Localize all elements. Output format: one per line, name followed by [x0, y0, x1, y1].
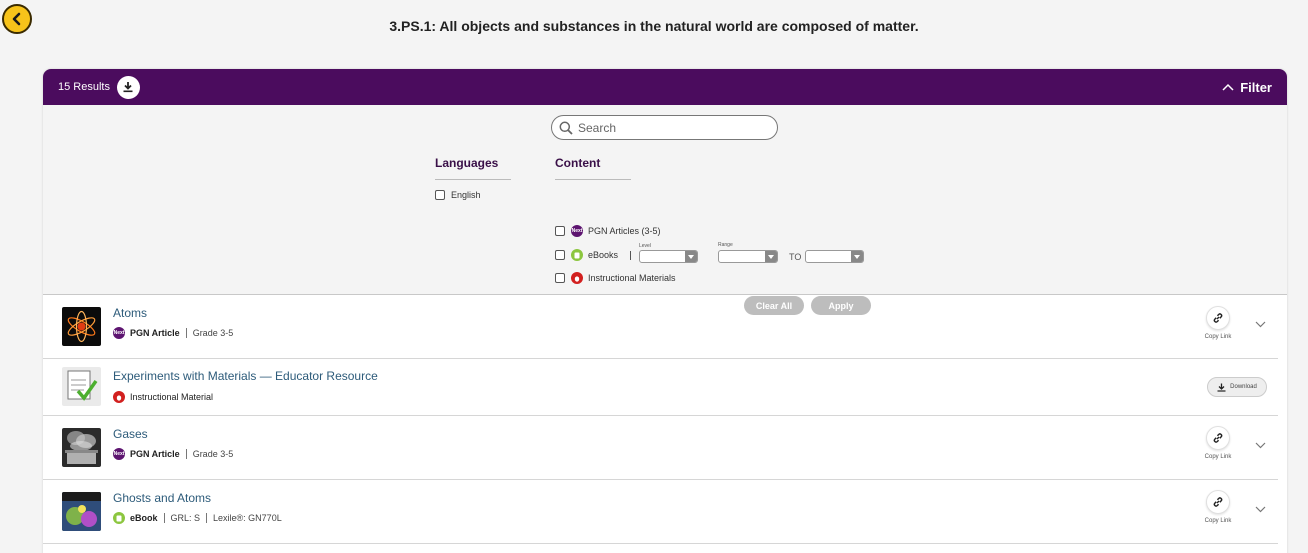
book-cover-thumbnail [62, 492, 101, 531]
filter-label: Filter [1240, 79, 1272, 95]
page-title: 3.PS.1: All objects and substances in th… [389, 18, 919, 34]
results-header: 15 Results Filter [43, 69, 1287, 105]
result-grl: GRL: S [170, 513, 201, 523]
divider [435, 179, 511, 180]
result-type: PGN Article [130, 328, 180, 338]
chevron-down-icon[interactable] [1255, 442, 1266, 449]
atom-thumbnail [62, 307, 101, 346]
divider [185, 449, 187, 459]
copy-link-label: Copy Link [1204, 334, 1232, 340]
result-lexile: Lexile®: GN770L [213, 513, 282, 523]
result-meta: Instructional Material [113, 391, 213, 403]
result-title[interactable]: Gases [113, 427, 148, 441]
copy-link-button[interactable] [1206, 306, 1230, 330]
instructional-label: Instructional Materials [588, 273, 676, 283]
ebooks-checkbox[interactable] [555, 250, 565, 260]
copy-link-control: Copy Link [1198, 490, 1238, 524]
download-icon [123, 82, 133, 93]
languages-heading: Languages [435, 156, 499, 170]
instructional-badge-icon [571, 272, 583, 284]
document-check-thumbnail [62, 367, 101, 406]
copy-link-control: Copy Link [1198, 426, 1238, 460]
chevron-down-icon[interactable] [1255, 321, 1266, 328]
ebook-badge-icon [113, 512, 125, 524]
result-meta: Next PGN Article Grade 3-5 [113, 327, 233, 339]
copy-link-button[interactable] [1206, 426, 1230, 450]
result-grade: Grade 3-5 [192, 328, 234, 338]
english-label: English [451, 190, 481, 200]
search-box [551, 115, 778, 140]
level-dropdown[interactable] [639, 250, 698, 263]
content-option-ebooks[interactable]: eBooks [555, 249, 632, 261]
link-icon [1213, 433, 1223, 443]
pgn-articles-checkbox[interactable] [555, 226, 565, 236]
divider [206, 513, 208, 523]
instructional-checkbox[interactable] [555, 273, 565, 283]
result-meta: Next PGN Article Grade 3-5 [113, 448, 233, 460]
range-from-dropdown[interactable] [718, 250, 778, 263]
copy-link-button[interactable] [1206, 490, 1230, 514]
steaming-pot-thumbnail [62, 428, 101, 467]
copy-link-control: Copy Link [1198, 306, 1238, 340]
ebooks-label: eBooks [588, 250, 619, 260]
result-meta: eBook GRL: S Lexile®: GN770L [113, 512, 282, 524]
next-badge-icon: Next [113, 448, 125, 460]
instructional-badge-icon [113, 391, 125, 403]
result-row: Experiments with Materials — Educator Re… [43, 359, 1278, 416]
results-panel: 15 Results Filter Languages English Cont… [43, 69, 1287, 553]
result-type: PGN Article [130, 449, 180, 459]
download-all-button[interactable] [116, 75, 140, 99]
pgn-articles-label: PGN Articles (3-5) [588, 226, 661, 236]
next-badge-icon: Next [113, 327, 125, 339]
ebook-badge-icon [571, 249, 583, 261]
divider [163, 513, 165, 523]
level-label: Level [639, 243, 651, 249]
chevron-up-icon [1222, 83, 1234, 91]
result-row: Atoms Next PGN Article Grade 3-5 Copy Li… [43, 295, 1278, 359]
filter-area: Languages English Content Next PGN Artic… [43, 105, 1287, 315]
result-title[interactable]: Experiments with Materials — Educator Re… [113, 369, 378, 383]
english-checkbox[interactable] [435, 190, 445, 200]
divider [630, 250, 632, 260]
search-icon [559, 121, 573, 135]
copy-link-label: Copy Link [1204, 518, 1232, 524]
result-type: eBook [130, 513, 158, 523]
filter-toggle[interactable]: Filter [1222, 80, 1272, 95]
divider [555, 179, 631, 180]
range-to-dropdown[interactable] [805, 250, 864, 263]
to-label: TO [789, 252, 802, 262]
caret-down-icon [685, 251, 697, 262]
caret-down-icon [851, 251, 863, 262]
download-icon [1217, 383, 1226, 392]
result-title[interactable]: Atoms [113, 306, 147, 320]
copy-link-label: Copy Link [1204, 454, 1232, 460]
content-option-instructional[interactable]: Instructional Materials [555, 272, 676, 284]
link-icon [1213, 313, 1223, 323]
caret-down-icon [765, 251, 777, 262]
result-grade: Grade 3-5 [192, 449, 234, 459]
search-input[interactable] [578, 120, 758, 135]
content-heading: Content [555, 156, 601, 170]
result-row: Gases Next PGN Article Grade 3-5 Copy Li… [43, 416, 1278, 480]
result-row: Ghosts and Atoms eBook GRL: S Lexile®: G… [43, 480, 1278, 544]
next-badge-icon: Next [571, 225, 583, 237]
divider [185, 328, 187, 338]
results-count: 15 Results [58, 81, 110, 93]
link-icon [1213, 497, 1223, 507]
download-label: Download [1230, 384, 1257, 390]
result-type: Instructional Material [130, 392, 214, 402]
result-title[interactable]: Ghosts and Atoms [113, 491, 211, 505]
chevron-down-icon[interactable] [1255, 506, 1266, 513]
language-option-english[interactable]: English [435, 190, 481, 200]
range-label: Range [718, 242, 733, 248]
content-option-pgn-articles[interactable]: Next PGN Articles (3-5) [555, 225, 661, 237]
download-button[interactable]: Download [1207, 377, 1267, 397]
